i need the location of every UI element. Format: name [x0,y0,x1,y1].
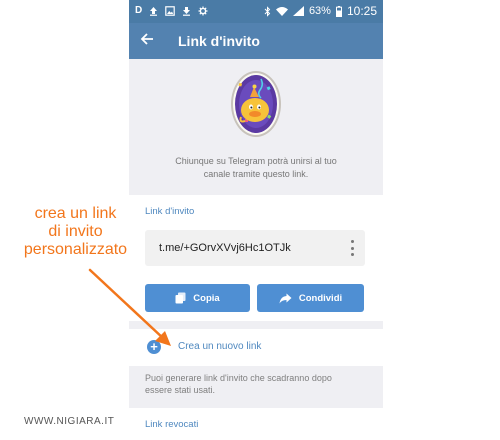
page-title: Link d'invito [178,33,260,49]
status-time: 10:25 [346,4,377,18]
d-icon: D [135,5,143,16]
expiring-links-hint: Puoi generare link d'invito che scadrann… [145,372,375,396]
bluetooth-icon [264,5,271,17]
annotation-line-3: personalizzato [23,241,128,258]
description-line-1: Chiunque su Telegram potrà unirsi al tuo [175,156,337,166]
battery-percent: 63% [308,5,331,17]
phone-screen: D 63% 10:25 Link d'invito Chiunque su Te… [129,0,383,440]
copy-icon [175,292,186,304]
copy-label: Copia [193,292,220,304]
annotation-callout: crea un link di invito personalizzato [8,205,143,259]
image-icon [165,5,176,16]
party-duck-icon [235,75,277,133]
status-icons-right: 63% 10:25 [264,4,377,18]
more-options-icon[interactable] [350,240,354,256]
status-bar: D 63% 10:25 [129,0,383,23]
share-button[interactable]: Condividi [257,284,364,312]
plus-icon: + [147,340,161,354]
share-icon [279,293,292,303]
status-icons-left: D [135,5,208,16]
invite-link-text[interactable]: t.me/+GOrvXVvj6Hc1OTJk [159,242,291,254]
channel-avatar [231,71,281,137]
watermark: WWW.NIGIARA.IT [24,416,115,427]
signal-icon [292,6,304,16]
app-bar: Link d'invito [129,23,383,59]
create-new-link-button[interactable]: + Crea un nuovo link [129,329,383,366]
hint-line-1: Puoi generare link d'invito che scadrann… [145,373,332,383]
battery-icon [335,5,342,17]
arrow-left-icon[interactable] [140,31,154,49]
download-icon [183,6,191,16]
hint-line-2: essere stati usati. [145,385,216,395]
revoked-links-section: Link revocati [129,408,383,440]
annotation-line-1: crea un link [34,205,117,222]
copy-button[interactable]: Copia [145,284,250,312]
settings-icon [198,6,208,15]
channel-description: Chiunque su Telegram potrà unirsi al tuo… [129,155,383,181]
invite-section-title: Link d'invito [145,206,195,217]
create-new-link-label: Crea un nuovo link [178,341,262,352]
upload-icon [150,6,158,16]
invite-link-card: Link d'invito t.me/+GOrvXVvj6Hc1OTJk Cop… [129,195,383,321]
invite-link-box[interactable]: t.me/+GOrvXVvj6Hc1OTJk [145,230,365,266]
share-label: Condividi [298,292,343,304]
revoked-links-title: Link revocati [145,419,199,430]
channel-header: Chiunque su Telegram potrà unirsi al tuo… [129,59,383,190]
annotation-line-2: di invito [48,223,103,240]
wifi-icon [275,7,288,16]
description-line-2: canale tramite questo link. [203,169,309,179]
